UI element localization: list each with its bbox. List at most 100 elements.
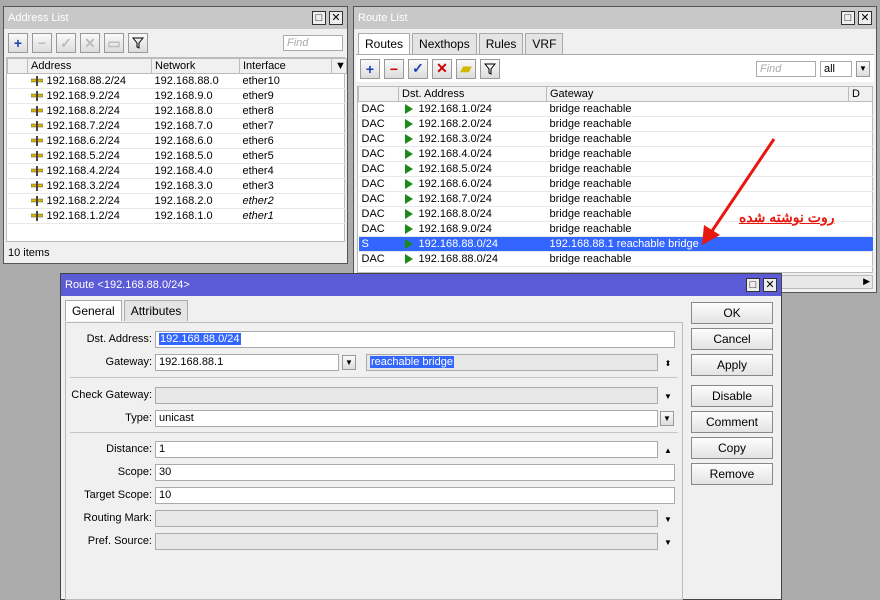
enable-button[interactable]: ✓: [408, 58, 428, 79]
dst-address-field[interactable]: 192.168.88.0/24: [155, 331, 675, 348]
cancel-button[interactable]: Cancel: [691, 328, 773, 350]
column-header-address[interactable]: Address: [27, 58, 152, 74]
copy-button[interactable]: Copy: [691, 437, 773, 459]
route-list-titlebar[interactable]: Route List □ ✕: [354, 7, 876, 29]
column-header-dst[interactable]: Dst. Address: [398, 86, 547, 102]
type-field[interactable]: unicast: [155, 410, 658, 427]
distance-up-icon[interactable]: ▲: [662, 444, 674, 456]
network-cell: 192.168.3.0: [151, 178, 240, 194]
dst-cell: 192.168.8.0/24: [398, 206, 547, 222]
table-row[interactable]: 192.168.88.2/24 192.168.88.0 ether10: [7, 73, 347, 89]
address-list-titlebar[interactable]: Address List □ ✕: [4, 7, 347, 29]
chevron-down-icon[interactable]: ▼: [856, 60, 870, 77]
route-dialog: Route <192.168.88.0/24> □ ✕ General Attr…: [60, 273, 782, 600]
find-input[interactable]: Find: [283, 35, 343, 51]
column-header-network[interactable]: Network: [151, 58, 240, 74]
check-gateway-dropdown-icon[interactable]: ▼: [662, 390, 674, 402]
comment-button[interactable]: Comment: [691, 411, 773, 433]
remove-button[interactable]: Remove: [691, 463, 773, 485]
table-row[interactable]: 192.168.8.2/24 192.168.8.0 ether8: [7, 103, 347, 119]
table-row[interactable]: DAC 192.168.1.0/24 bridge reachable: [358, 101, 873, 117]
address-cell: 192.168.8.2/24: [27, 103, 152, 119]
network-cell: 192.168.5.0: [151, 148, 240, 164]
dst-address-value: 192.168.88.0/24: [159, 333, 241, 345]
maximize-icon[interactable]: □: [312, 11, 326, 25]
annotation-arrow: [702, 138, 776, 245]
gateway-field[interactable]: 192.168.88.1: [155, 354, 339, 371]
apply-button[interactable]: Apply: [691, 354, 773, 376]
table-row[interactable]: 192.168.6.2/24 192.168.6.0 ether6: [7, 133, 347, 149]
address-cell: 192.168.6.2/24: [27, 133, 152, 149]
type-dropdown-icon[interactable]: ▼: [660, 411, 674, 426]
address-cell: 192.168.3.2/24: [27, 178, 152, 194]
close-icon[interactable]: ✕: [329, 11, 343, 25]
table-row[interactable]: 192.168.4.2/24 192.168.4.0 ether4: [7, 163, 347, 179]
column-header-d[interactable]: D: [848, 86, 873, 102]
route-flag-icon: [404, 119, 413, 130]
close-icon[interactable]: ✕: [763, 278, 777, 292]
pref-source-label: Pref. Source:: [87, 535, 152, 547]
find-input[interactable]: Find: [756, 60, 816, 77]
route-toolbar: + − ✓ ✕ ▰ Find all ▼: [356, 54, 874, 82]
filter-button[interactable]: [480, 58, 500, 79]
table-row[interactable]: DAC 192.168.88.0/24 bridge reachable: [358, 251, 873, 267]
address-cell: 192.168.2.2/24: [27, 193, 152, 209]
tab-attributes[interactable]: Attributes: [123, 300, 189, 321]
scope-field[interactable]: 30: [155, 464, 675, 481]
disable-button[interactable]: ✕: [80, 33, 100, 53]
dst-cell: 192.168.88.0/24: [398, 236, 547, 252]
address-icon: [30, 196, 43, 207]
ok-button[interactable]: OK: [691, 302, 773, 324]
column-header-interface[interactable]: Interface: [239, 58, 332, 74]
interface-cell: ether6: [239, 133, 332, 149]
pref-source-dropdown-icon[interactable]: ▼: [662, 536, 674, 548]
tab-rules[interactable]: Rules: [478, 33, 524, 54]
tab-routes[interactable]: Routes: [358, 33, 411, 54]
gateway-dropdown-icon[interactable]: ▼: [342, 355, 356, 370]
column-header-gateway[interactable]: Gateway: [546, 86, 849, 102]
column-menu-icon[interactable]: ▼: [331, 58, 347, 74]
disable-button[interactable]: Disable: [691, 385, 773, 407]
remove-button[interactable]: −: [384, 58, 404, 79]
route-list-window: Route List □ ✕ Routes Nexthops Rules VRF…: [353, 6, 877, 293]
maximize-icon[interactable]: □: [746, 278, 760, 292]
route-flags-cell: DAC: [358, 191, 399, 207]
enable-button[interactable]: ✓: [56, 33, 76, 53]
interface-cell: ether3: [239, 178, 332, 194]
tab-vrf[interactable]: VRF: [525, 33, 564, 54]
remove-button[interactable]: −: [32, 33, 52, 53]
annotation-text: روت نوشته شده: [739, 209, 835, 225]
tab-nexthops[interactable]: Nexthops: [412, 33, 477, 54]
target-scope-field[interactable]: 10: [155, 487, 675, 504]
distance-field[interactable]: 1: [155, 441, 658, 458]
routing-mark-dropdown-icon[interactable]: ▼: [662, 513, 674, 525]
window-title: Address List: [8, 12, 69, 24]
table-row[interactable]: 192.168.5.2/24 192.168.5.0 ether5: [7, 148, 347, 164]
address-icon: [30, 121, 43, 132]
maximize-icon[interactable]: □: [841, 11, 855, 25]
comment-button[interactable]: ▭: [104, 33, 124, 53]
gateway-updown-icon[interactable]: ⬍: [662, 357, 674, 369]
general-panel: Dst. Address: 192.168.88.0/24 Gateway: 1…: [65, 322, 683, 600]
filter-button[interactable]: [128, 33, 148, 53]
tab-general[interactable]: General: [65, 300, 122, 321]
table-row[interactable]: 192.168.1.2/24 192.168.1.0 ether1: [7, 208, 347, 224]
table-row[interactable]: 192.168.9.2/24 192.168.9.0 ether9: [7, 88, 347, 104]
routing-mark-field[interactable]: [155, 510, 658, 527]
interface-cell: ether5: [239, 148, 332, 164]
network-cell: 192.168.4.0: [151, 163, 240, 179]
table-row[interactable]: 192.168.3.2/24 192.168.3.0 ether3: [7, 178, 347, 194]
scroll-right-icon[interactable]: ▶: [863, 276, 870, 287]
route-dialog-titlebar[interactable]: Route <192.168.88.0/24> □ ✕: [61, 274, 781, 296]
table-row[interactable]: 192.168.2.2/24 192.168.2.0 ether2: [7, 193, 347, 209]
add-button[interactable]: +: [8, 33, 28, 53]
scope-label: Scope:: [117, 466, 152, 478]
table-row[interactable]: 192.168.7.2/24 192.168.7.0 ether7: [7, 118, 347, 134]
filter-select[interactable]: all: [820, 60, 852, 77]
comment-button[interactable]: ▰: [456, 58, 476, 79]
pref-source-field[interactable]: [155, 533, 658, 550]
close-icon[interactable]: ✕: [858, 11, 872, 25]
add-button[interactable]: +: [360, 58, 380, 79]
check-gateway-field[interactable]: [155, 387, 658, 404]
disable-button[interactable]: ✕: [432, 58, 452, 79]
